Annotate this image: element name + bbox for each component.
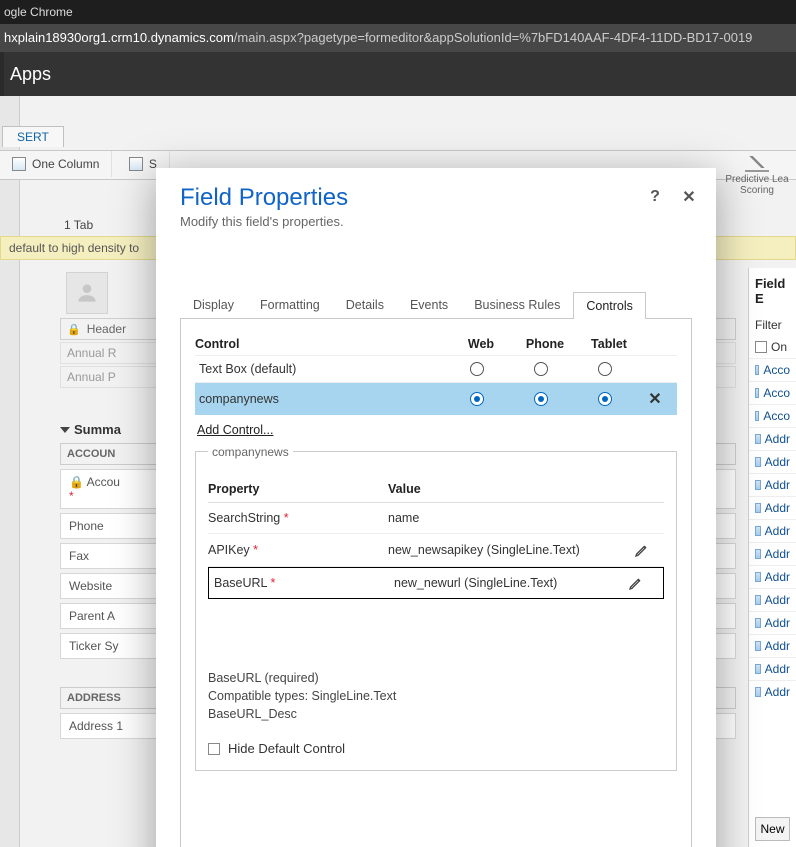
edit-icon[interactable] bbox=[634, 542, 664, 558]
radio-tablet[interactable] bbox=[598, 362, 612, 376]
property-header-row: Property Value bbox=[208, 476, 664, 503]
dialog-tab-row: Display Formatting Details Events Busine… bbox=[180, 291, 692, 319]
control-name: Text Box (default) bbox=[199, 362, 445, 376]
radio-tablet[interactable] bbox=[598, 392, 612, 406]
desc-line-2: Compatible types: SingleLine.Text bbox=[208, 687, 664, 705]
radio-phone[interactable] bbox=[534, 392, 548, 406]
property-description: BaseURL (required) Compatible types: Sin… bbox=[208, 669, 664, 723]
property-name: SearchString * bbox=[208, 511, 388, 525]
property-caption: companynews bbox=[208, 445, 293, 459]
control-name: companynews bbox=[199, 392, 445, 406]
control-row-companynews[interactable]: companynews ✕ bbox=[195, 382, 677, 415]
tab-formatting[interactable]: Formatting bbox=[247, 291, 333, 318]
tab-details[interactable]: Details bbox=[333, 291, 397, 318]
remove-control-button[interactable]: ✕ bbox=[637, 389, 673, 409]
url-path: /main.aspx?pagetype=formeditor&appSoluti… bbox=[234, 30, 753, 45]
property-value: name bbox=[388, 511, 634, 525]
col-tablet: Tablet bbox=[577, 337, 641, 351]
help-icon[interactable]: ? bbox=[646, 188, 664, 206]
col-control: Control bbox=[195, 337, 449, 351]
close-icon[interactable]: ✕ bbox=[680, 188, 698, 206]
property-value: new_newsapikey (SingleLine.Text) bbox=[388, 543, 634, 557]
control-header-row: Control Web Phone Tablet bbox=[195, 333, 677, 355]
url-host: hxplain18930org1.crm10.dynamics.com bbox=[4, 30, 234, 45]
property-row-searchstring[interactable]: SearchString * name bbox=[208, 503, 664, 534]
property-row-baseurl[interactable]: BaseURL * new_newurl (SingleLine.Text) bbox=[208, 567, 664, 599]
property-frame: companynews Property Value SearchString … bbox=[195, 451, 677, 771]
radio-web[interactable] bbox=[470, 392, 484, 406]
tab-controls[interactable]: Controls bbox=[573, 292, 646, 319]
col-value: Value bbox=[388, 482, 634, 496]
checkbox-icon bbox=[208, 743, 220, 755]
hide-default-control-checkbox[interactable]: Hide Default Control bbox=[208, 741, 664, 756]
control-row-textbox[interactable]: Text Box (default) bbox=[195, 355, 677, 382]
radio-web[interactable] bbox=[470, 362, 484, 376]
property-value: new_newurl (SingleLine.Text) bbox=[394, 576, 628, 590]
col-property: Property bbox=[208, 482, 388, 496]
hide-default-label: Hide Default Control bbox=[228, 741, 345, 756]
add-control-link[interactable]: Add Control... bbox=[195, 415, 275, 445]
dialog-subtitle: Modify this field's properties. bbox=[180, 214, 692, 229]
tab-events[interactable]: Events bbox=[397, 291, 461, 318]
edit-icon[interactable] bbox=[628, 575, 658, 591]
col-web: Web bbox=[449, 337, 513, 351]
col-phone: Phone bbox=[513, 337, 577, 351]
desc-line-1: BaseURL (required) bbox=[208, 669, 664, 687]
chrome-title: ogle Chrome bbox=[0, 0, 796, 24]
tab-display[interactable]: Display bbox=[180, 291, 247, 318]
property-name: APIKey * bbox=[208, 543, 388, 557]
property-row-apikey[interactable]: APIKey * new_newsapikey (SingleLine.Text… bbox=[208, 534, 664, 567]
radio-phone[interactable] bbox=[534, 362, 548, 376]
field-properties-dialog: Field Properties Modify this field's pro… bbox=[156, 168, 716, 847]
property-name: BaseURL * bbox=[214, 576, 394, 590]
dialog-title: Field Properties bbox=[180, 184, 692, 212]
desc-line-3: BaseURL_Desc bbox=[208, 705, 664, 723]
address-bar[interactable]: hxplain18930org1.crm10.dynamics.com/main… bbox=[0, 24, 796, 52]
tab-business-rules[interactable]: Business Rules bbox=[461, 291, 573, 318]
app-bar-title[interactable]: Apps bbox=[0, 52, 796, 96]
